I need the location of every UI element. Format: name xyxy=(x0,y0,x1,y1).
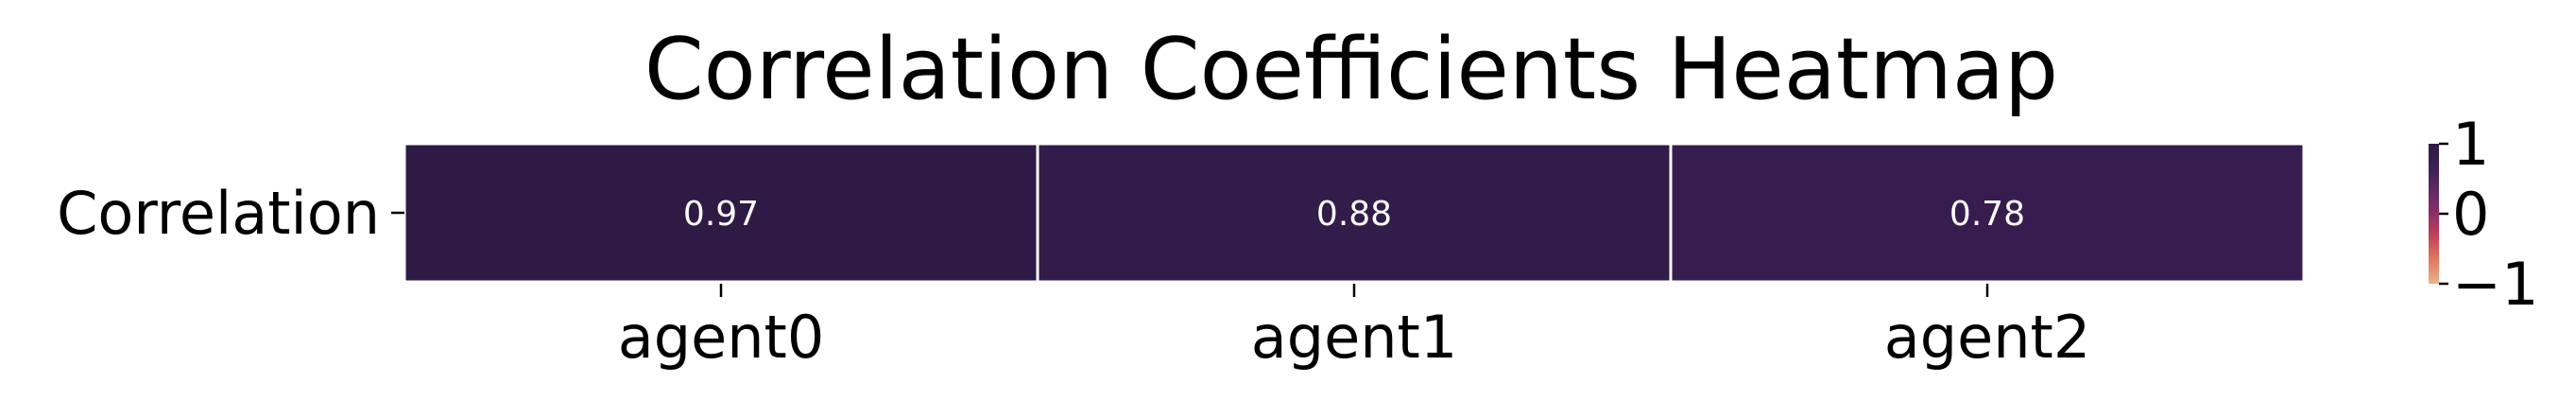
cell-value-label: 0.78 xyxy=(1949,195,2025,234)
colorbar-tick-label: 1 xyxy=(2452,110,2489,179)
x-tick-label: agent0 xyxy=(618,303,825,372)
y-tick-label: Correlation xyxy=(57,179,380,248)
colorbar-tick-label: −1 xyxy=(2452,250,2538,319)
colorbar: 10−1 xyxy=(2429,110,2538,319)
heatmap-cells: 0.97 0.88 0.78 xyxy=(403,142,2306,284)
heatmap-chart: Correlation Coefficients Heatmap 0.97 0.8… xyxy=(57,20,2538,372)
x-tick-label: agent1 xyxy=(1251,303,1458,372)
cell-value-label: 0.97 xyxy=(683,195,759,234)
colorbar-gradient xyxy=(2429,144,2439,284)
x-axis: agent0 agent1 agent2 xyxy=(618,284,2091,372)
colorbar-tick-label: 0 xyxy=(2452,180,2489,249)
x-tick-label: agent2 xyxy=(1884,303,2091,372)
y-axis: Correlation xyxy=(57,179,404,248)
cell-value-label: 0.88 xyxy=(1316,195,1392,234)
chart-title: Correlation Coefficients Heatmap xyxy=(644,20,2058,119)
